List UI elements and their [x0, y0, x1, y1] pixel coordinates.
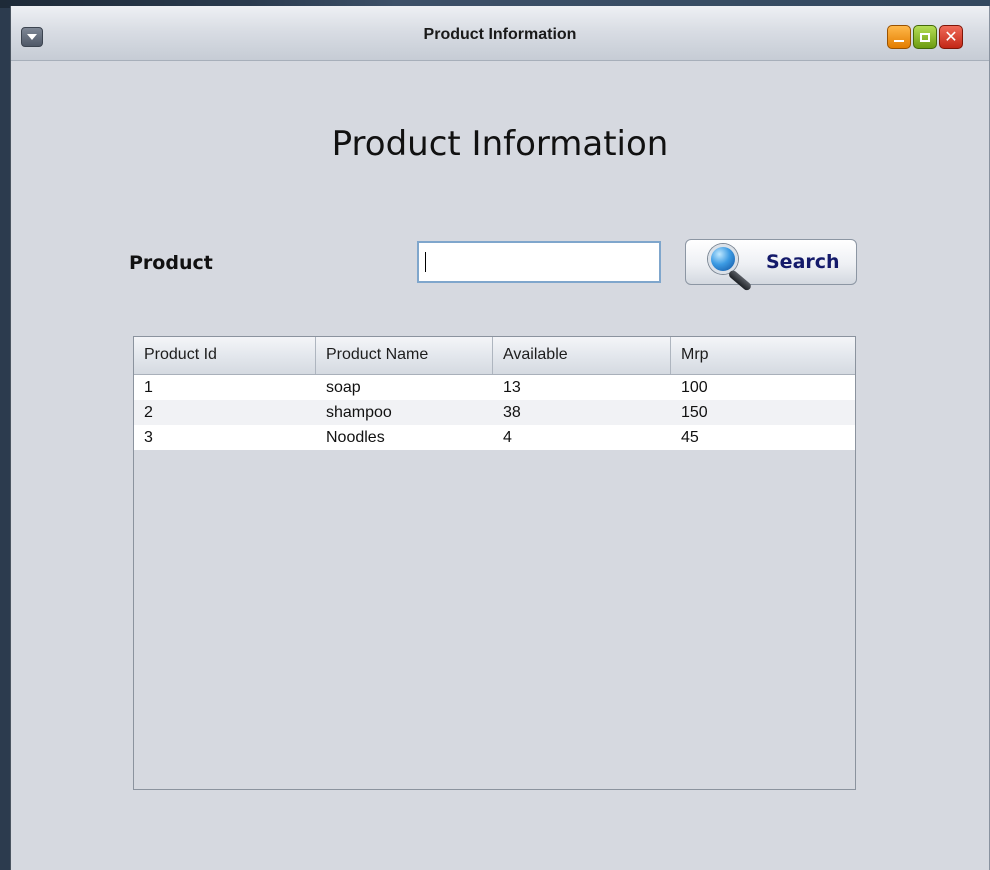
close-icon: ✕ — [944, 26, 958, 46]
cell-product-name: soap — [326, 379, 361, 396]
table-header: Product Id Product Name Available Mrp — [134, 337, 855, 375]
maximize-button[interactable] — [913, 25, 937, 49]
product-search-input[interactable] — [417, 241, 661, 283]
cell-product-id: 1 — [144, 379, 153, 396]
product-information-window: Product Information ✕ Product Informatio… — [10, 6, 990, 870]
column-header-mrp[interactable]: Mrp — [671, 337, 855, 374]
title-bar[interactable]: Product Information ✕ — [11, 6, 989, 61]
search-button-label: Search — [766, 251, 840, 273]
cell-mrp: 45 — [681, 429, 699, 446]
maximize-icon — [920, 32, 930, 42]
cell-product-id: 3 — [144, 429, 153, 446]
search-button[interactable]: Search — [685, 239, 857, 292]
cell-available: 13 — [503, 379, 521, 396]
close-button[interactable]: ✕ — [939, 25, 963, 49]
table-row[interactable]: 1 soap 13 100 — [134, 375, 855, 400]
cell-product-name: Noodles — [326, 429, 385, 446]
page-heading: Product Information — [331, 124, 669, 164]
minimize-button[interactable] — [887, 25, 911, 49]
column-header-product-name[interactable]: Product Name — [316, 337, 493, 374]
column-header-product-id[interactable]: Product Id — [134, 337, 316, 374]
text-caret — [425, 252, 426, 272]
table-row[interactable]: 3 Noodles 4 45 — [134, 425, 855, 450]
search-icon — [708, 242, 758, 292]
cell-mrp: 100 — [681, 379, 708, 396]
window-title: Product Information — [423, 26, 577, 43]
cell-available: 38 — [503, 404, 521, 421]
cell-available: 4 — [503, 429, 512, 446]
cell-mrp: 150 — [681, 404, 708, 421]
table-row[interactable]: 2 shampoo 38 150 — [134, 400, 855, 425]
column-header-available[interactable]: Available — [493, 337, 671, 374]
cell-product-name: shampoo — [326, 404, 392, 421]
cell-product-id: 2 — [144, 404, 153, 421]
product-table[interactable]: Product Id Product Name Available Mrp 1 … — [133, 336, 856, 790]
minimize-icon — [894, 40, 904, 42]
product-label: Product — [129, 252, 213, 274]
